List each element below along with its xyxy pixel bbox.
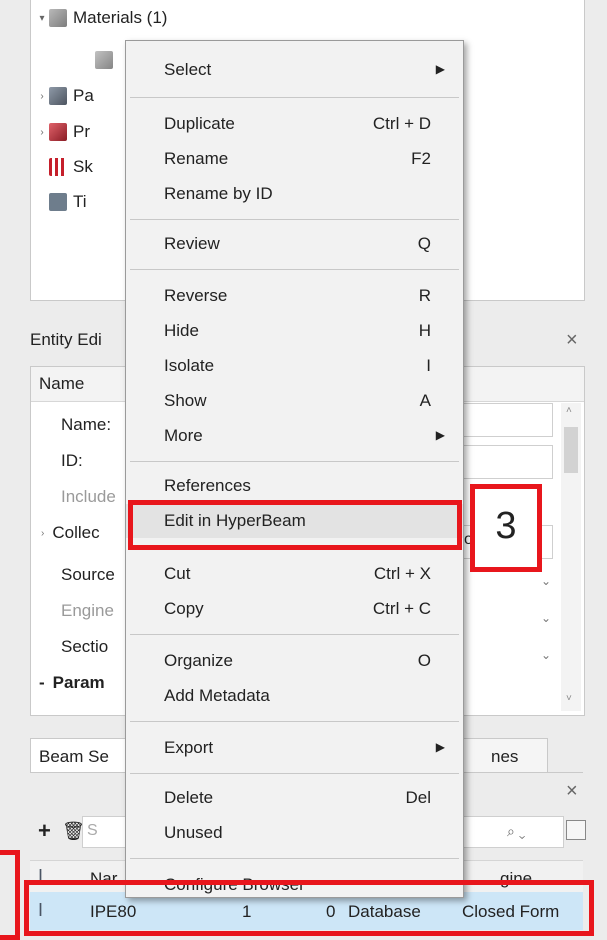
name-row: Name: — [61, 415, 112, 434]
scroll-up-icon[interactable]: ˄ — [566, 405, 572, 416]
tree-item-label: Pr — [73, 122, 90, 141]
entity-editor-title: Entity Edi — [30, 330, 102, 354]
section-dropdown-icon[interactable]: ⌄ — [541, 648, 551, 662]
menu-item-more[interactable]: More ▶ — [126, 419, 463, 453]
property-icon — [49, 123, 67, 141]
menu-item-delete[interactable]: Delete Del — [126, 781, 463, 815]
callout-number: 3 — [495, 505, 517, 547]
menu-item-unused[interactable]: Unused — [126, 816, 463, 850]
tree-item-materials[interactable]: ▾ Materials (1) — [35, 6, 167, 30]
menu-item-cut[interactable]: Cut Ctrl + X — [126, 557, 463, 591]
material-icon — [95, 51, 113, 69]
highlight-left-edge — [0, 850, 20, 940]
part-icon — [49, 87, 67, 105]
expand-arrow-icon[interactable]: › — [35, 127, 49, 138]
menu-separator — [130, 721, 459, 722]
submenu-arrow-icon: ▶ — [435, 740, 445, 754]
engine-dropdown-icon[interactable]: ⌄ — [541, 611, 551, 625]
tab-label: nes — [491, 747, 519, 766]
tree-item-title[interactable]: Ti — [49, 190, 87, 214]
entity-editor-label: Entity Edi — [30, 330, 102, 349]
tree-item-material[interactable] — [95, 48, 119, 72]
tab-other[interactable]: nes — [450, 738, 548, 772]
menu-separator — [130, 773, 459, 774]
tab-label: Beam Se — [39, 747, 109, 766]
callout-number-box: 3 — [470, 484, 542, 572]
include-row: Include — [61, 487, 116, 506]
highlight-edit-in-hyperbeam — [128, 500, 462, 550]
tree-item-label: Materials (1) — [73, 8, 168, 27]
menu-item-add-metadata[interactable]: Add Metadata — [126, 679, 463, 713]
menu-item-export[interactable]: Export ▶ — [126, 731, 463, 765]
close-icon[interactable]: × — [566, 780, 578, 803]
menu-item-select[interactable]: Select ▶ — [126, 53, 463, 87]
tree-item-label: Ti — [73, 192, 87, 211]
search-placeholder: S — [87, 822, 98, 839]
menu-separator — [130, 858, 459, 859]
menu-item-isolate[interactable]: Isolate I — [126, 349, 463, 383]
sketch-icon — [49, 158, 67, 176]
tree-item-properties[interactable]: › Pr — [35, 120, 90, 144]
add-icon[interactable]: + — [38, 818, 51, 844]
browser-options-icon[interactable] — [566, 820, 586, 840]
name-header-label: Name — [39, 374, 85, 393]
highlight-table-row — [24, 880, 594, 936]
collapse-arrow-icon[interactable]: ▾ — [35, 13, 49, 24]
menu-separator — [130, 269, 459, 270]
menu-item-review[interactable]: Review Q — [126, 227, 463, 261]
parameters-row[interactable]: - Param — [39, 665, 105, 701]
collector-row[interactable]: › Collec — [41, 515, 100, 551]
scrollbar[interactable]: ˄ ˅ — [561, 403, 581, 711]
title-icon — [49, 193, 67, 211]
scroll-down-icon[interactable]: ˅ — [566, 693, 572, 704]
menu-item-reverse[interactable]: Reverse R — [126, 279, 463, 313]
menu-item-copy[interactable]: Copy Ctrl + C — [126, 592, 463, 626]
submenu-arrow-icon: ▶ — [435, 428, 445, 442]
context-menu: Select ▶ Duplicate Ctrl + D Rename F2 Renam… — [125, 40, 464, 898]
source-dropdown-icon[interactable]: ⌄ — [541, 574, 551, 588]
menu-separator — [130, 461, 459, 462]
menu-item-rename[interactable]: Rename F2 — [126, 142, 463, 176]
id-row: ID: — [61, 451, 83, 470]
menu-separator — [130, 97, 459, 98]
menu-item-organize[interactable]: Organize O — [126, 644, 463, 678]
materials-icon — [49, 9, 67, 27]
scroll-thumb[interactable] — [564, 427, 578, 473]
close-icon[interactable]: × — [566, 329, 578, 352]
section-row: Sectio — [61, 637, 109, 656]
tree-item-label: Pa — [73, 86, 94, 105]
menu-separator — [130, 634, 459, 635]
tree-item-label: Sk — [73, 157, 93, 176]
menu-item-hide[interactable]: Hide H — [126, 314, 463, 348]
tree-item-parts[interactable]: › Pa — [35, 84, 94, 108]
menu-separator — [130, 219, 459, 220]
menu-item-rename-by-id[interactable]: Rename by ID — [126, 177, 463, 211]
menu-item-references[interactable]: References — [126, 469, 463, 503]
search-icon[interactable]: ⌕ ⌄ — [507, 823, 525, 840]
id-field[interactable] — [461, 445, 553, 479]
menu-item-duplicate[interactable]: Duplicate Ctrl + D — [126, 107, 463, 141]
source-row: Source — [61, 565, 115, 584]
submenu-arrow-icon: ▶ — [435, 62, 445, 76]
menu-item-show[interactable]: Show A — [126, 384, 463, 418]
name-field[interactable] — [461, 403, 553, 437]
tree-item-sketch[interactable]: Sk — [49, 155, 93, 179]
expand-arrow-icon[interactable]: › — [35, 91, 49, 102]
engine-row: Engine — [61, 601, 114, 620]
